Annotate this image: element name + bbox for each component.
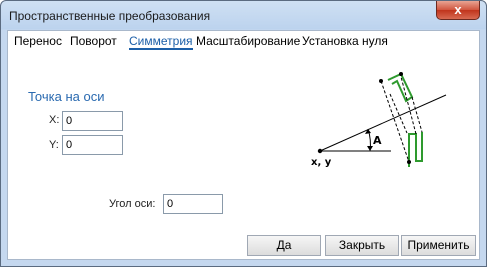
projection-line	[411, 96, 423, 133]
x-label: X:	[49, 114, 60, 126]
close-button[interactable]: x	[436, 1, 480, 20]
title-bar[interactable]: Пространственные преобразования x	[1, 1, 486, 30]
arc-arrowhead-icon	[365, 129, 371, 134]
close-dialog-button[interactable]: Закрыть	[325, 235, 399, 256]
origin-point	[317, 148, 323, 154]
ok-button[interactable]: Да	[247, 235, 321, 256]
mirror-point	[407, 160, 411, 164]
y-label: Y:	[49, 139, 59, 151]
tab-rotate[interactable]: Поворот	[70, 34, 117, 48]
x-input[interactable]	[62, 111, 123, 131]
tab-zero-setting[interactable]: Установка нуля	[302, 34, 388, 48]
tab-symmetry[interactable]: Симметрия	[129, 34, 193, 50]
symmetry-diagram: A x, y	[311, 72, 447, 168]
symmetry-axis-line	[319, 94, 447, 152]
axis-angle-label: Угол оси:	[109, 198, 156, 210]
origin-label: x, y	[311, 157, 332, 168]
y-input[interactable]	[62, 135, 123, 155]
axis-point-heading: Точка на оси	[28, 89, 105, 104]
source-point	[399, 72, 403, 76]
dialog-content: Перенос Поворот Симметрия Масштабировани…	[7, 30, 480, 260]
tab-bar: Перенос Поворот Симметрия Масштабировани…	[8, 31, 479, 50]
axis-angle-input[interactable]	[163, 194, 223, 214]
apply-button[interactable]: Применить	[401, 235, 476, 256]
angle-label: A	[373, 134, 382, 147]
source-point	[379, 79, 383, 83]
window-title: Пространственные преобразования	[9, 9, 211, 23]
tab-translate[interactable]: Перенос	[14, 34, 62, 48]
tab-scale[interactable]: Масштабирование	[196, 34, 300, 48]
original-shape	[387, 72, 414, 103]
dialog-window: Пространственные преобразования x Перено…	[0, 0, 487, 267]
